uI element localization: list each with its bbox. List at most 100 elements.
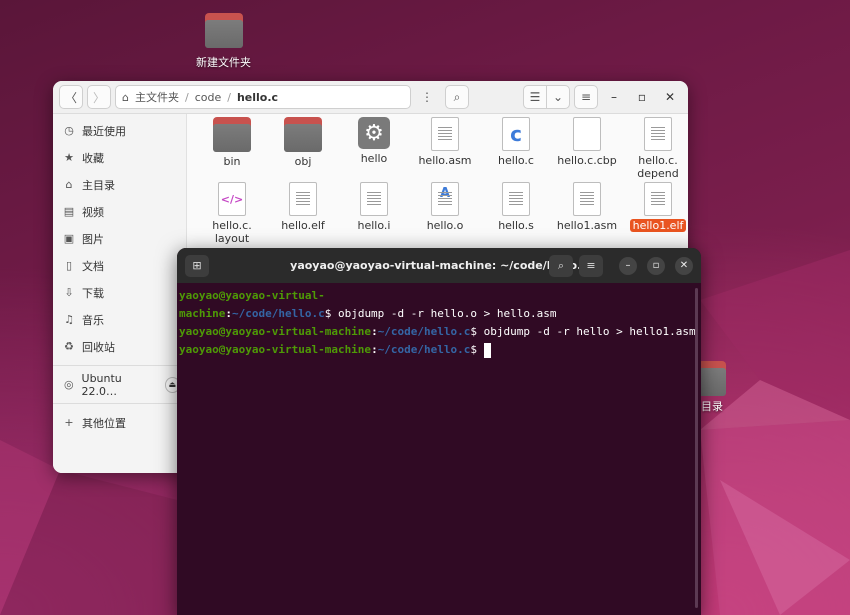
search-button[interactable]: ⌕ xyxy=(445,85,469,109)
minimize-icon: – xyxy=(611,90,617,104)
folder-icon xyxy=(213,117,251,152)
list-view-button[interactable]: ☰ xyxy=(523,85,547,109)
file-name: hello.i xyxy=(357,219,391,232)
star-icon: ★ xyxy=(64,151,74,164)
sidebar-item-6[interactable]: ⇩ 下载 xyxy=(53,279,186,306)
file-item[interactable]: hello.i xyxy=(339,182,409,232)
file-name: hello.elf xyxy=(281,219,325,232)
sidebar-item-0[interactable]: ◷ 最近使用 xyxy=(53,117,186,144)
forward-button[interactable]: 〉 xyxy=(87,85,111,109)
file-name: hello.asm xyxy=(418,154,472,167)
chevron-down-icon: ⌄ xyxy=(552,90,564,104)
file-name: bin xyxy=(223,155,241,168)
home-icon: ⌂ xyxy=(65,178,73,191)
object-file-icon: A xyxy=(431,182,459,216)
sidebar-separator xyxy=(53,365,186,366)
desktop-home-icon[interactable]: 目录 xyxy=(698,361,726,414)
back-button[interactable]: 〈 xyxy=(59,85,83,109)
path-code[interactable]: code xyxy=(195,91,222,104)
file-item[interactable]: c hello.c xyxy=(481,117,551,167)
view-options-button[interactable]: ⌄ xyxy=(546,85,570,109)
new-tab-button[interactable]: ⊞ xyxy=(185,254,209,277)
search-icon: ⌕ xyxy=(557,258,565,272)
path-bar[interactable]: ⌂ 主文件夹 / code / hello.c xyxy=(115,85,411,109)
sidebar-item-drive[interactable]: ◎ Ubuntu 22.0… ⏏ xyxy=(53,371,186,398)
file-item[interactable]: hello.c. depend xyxy=(623,117,688,180)
file-item[interactable]: bin xyxy=(197,117,267,168)
terminal-minimize-button[interactable]: – xyxy=(619,256,637,275)
sidebar-item-3[interactable]: ▤ 视频 xyxy=(53,198,186,225)
maximize-icon: ▫ xyxy=(652,260,660,271)
file-item[interactable]: </> hello.c. layout xyxy=(197,182,267,245)
text-file-icon xyxy=(360,182,388,216)
maximize-button[interactable]: ▫ xyxy=(630,85,654,109)
prompt-path: ~/code/hello.c xyxy=(231,307,325,320)
prompt-colon: : xyxy=(371,325,378,338)
cursor xyxy=(483,342,491,358)
path-current[interactable]: hello.c xyxy=(237,91,278,104)
sidebar-item-label: 主目录 xyxy=(82,178,115,192)
command-text: $ objdump -d -r hello > hello1.asm xyxy=(470,325,696,338)
image-icon: ▣ xyxy=(63,232,75,245)
sidebar-item-7[interactable]: ♫ 音乐 xyxy=(53,306,186,333)
blank-file-icon xyxy=(573,117,601,151)
chevron-right-icon: 〉 xyxy=(92,90,105,105)
sidebar-item-label: 下载 xyxy=(82,286,104,300)
sidebar-item-8[interactable]: ♻ 回收站 xyxy=(53,333,186,360)
file-item[interactable]: hello.asm xyxy=(410,117,480,167)
file-item[interactable]: hello1.elf xyxy=(623,182,688,232)
file-item[interactable]: hello.c.cbp xyxy=(552,117,622,167)
terminal-window: ⊞ yaoyao@yaoyao-virtual-machine: ~/code/… xyxy=(177,248,701,615)
prompt-colon: : xyxy=(225,307,232,320)
sidebar-item-label: 视频 xyxy=(82,205,104,219)
terminal-maximize-button[interactable]: ▫ xyxy=(647,256,665,275)
sidebar-item-4[interactable]: ▣ 图片 xyxy=(53,225,186,252)
sidebar-separator xyxy=(53,403,186,404)
minimize-button[interactable]: – xyxy=(602,85,626,109)
music-icon: ♫ xyxy=(64,313,74,326)
xml-icon: </> xyxy=(218,182,246,216)
sidebar-item-other-locations[interactable]: + 其他位置 xyxy=(53,409,186,436)
folder-icon xyxy=(204,13,243,48)
text-file-icon xyxy=(644,117,672,151)
home-icon: ⌂ xyxy=(122,90,129,104)
close-button[interactable]: ✕ xyxy=(658,85,682,109)
command-text: $ xyxy=(470,343,484,356)
file-item[interactable]: obj xyxy=(268,117,338,168)
plus-icon: + xyxy=(64,416,74,429)
file-item[interactable]: hello.elf xyxy=(268,182,338,232)
file-item[interactable]: hello1.asm xyxy=(552,182,622,232)
sidebar-item-5[interactable]: ▯ 文档 xyxy=(53,252,186,279)
other-locations-label: 其他位置 xyxy=(82,416,126,430)
text-file-icon xyxy=(644,182,672,216)
sidebar-item-label: 收藏 xyxy=(82,151,104,165)
file-item[interactable]: hello.s xyxy=(481,182,551,232)
close-icon: ✕ xyxy=(664,90,676,104)
list-icon: ☰ xyxy=(529,90,541,104)
desktop-folder-icon[interactable]: 新建文件夹 xyxy=(196,13,251,70)
download-icon: ⇩ xyxy=(64,286,74,299)
terminal-menu-button[interactable]: ≡ xyxy=(579,254,603,277)
file-name: obj xyxy=(294,155,312,168)
terminal-close-button[interactable]: ✕ xyxy=(675,256,693,275)
file-item[interactable]: ⚙ hello xyxy=(339,117,409,165)
file-item[interactable]: Ahello.o xyxy=(410,182,480,232)
sidebar-item-label: 回收站 xyxy=(82,340,115,354)
kebab-icon: ⋮ xyxy=(421,90,433,104)
file-name: hello.s xyxy=(498,219,534,232)
path-separator: / xyxy=(227,90,231,104)
path-home[interactable]: 主文件夹 xyxy=(135,89,179,105)
desktop-folder-label: 新建文件夹 xyxy=(196,56,251,69)
terminal-search-button[interactable]: ⌕ xyxy=(549,254,573,277)
sidebar-item-1[interactable]: ★ 收藏 xyxy=(53,144,186,171)
sidebar-item-2[interactable]: ⌂ 主目录 xyxy=(53,171,186,198)
prompt-path: ~/code/hello.c xyxy=(377,325,471,338)
close-icon: ✕ xyxy=(679,260,689,271)
terminal-output[interactable]: yaoyao@yaoyao-virtual-machine:~/code/hel… xyxy=(177,283,701,363)
main-menu-button[interactable]: ≡ xyxy=(574,85,598,109)
minimize-icon: – xyxy=(625,260,631,271)
terminal-scrollbar[interactable] xyxy=(695,288,698,608)
file-name: hello xyxy=(360,152,388,165)
path-menu-button[interactable]: ⋮ xyxy=(415,85,439,109)
hamburger-icon: ≡ xyxy=(580,90,592,104)
